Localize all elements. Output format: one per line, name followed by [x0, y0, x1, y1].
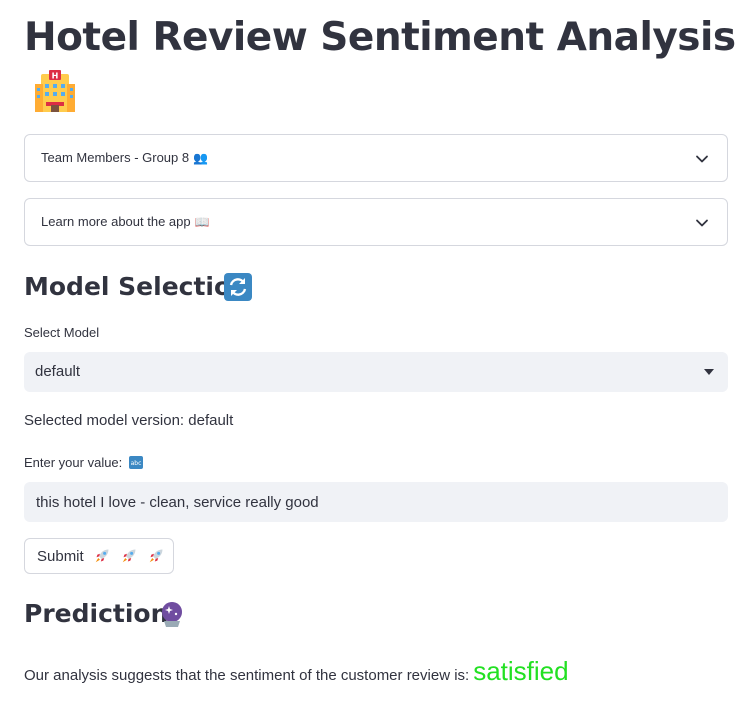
submit-button[interactable]: Submit	[24, 538, 174, 574]
enter-value-label: Enter your value: abc	[24, 455, 143, 470]
book-icon: 📖	[194, 215, 210, 229]
app-page: Hotel Review Sentiment Analysis H Team M…	[0, 0, 746, 702]
rocket-icon	[122, 549, 136, 563]
learn-more-expander-label: Learn more about the app 📖	[41, 214, 210, 229]
abc-icon: abc	[128, 456, 143, 469]
model-selection-heading: Model Selection	[24, 272, 249, 301]
people-icon: 👥	[193, 151, 209, 165]
svg-text:H: H	[52, 72, 59, 81]
submit-label: Submit	[37, 548, 84, 565]
hotel-icon: H	[35, 70, 75, 112]
review-input[interactable]	[24, 482, 728, 522]
learn-more-expander[interactable]: Learn more about the app 📖	[24, 198, 728, 246]
arrows-counterclockwise-icon	[224, 273, 252, 301]
chevron-down-icon	[696, 155, 708, 163]
chevron-down-icon	[696, 219, 708, 227]
rocket-icon	[95, 549, 109, 563]
page-title: Hotel Review Sentiment Analysis	[24, 15, 736, 60]
selected-model-text: Selected model version: default	[24, 412, 234, 429]
model-select[interactable]: default	[24, 352, 728, 392]
team-members-expander-label: Team Members - Group 8 👥	[41, 150, 209, 165]
prediction-heading: Prediction	[24, 599, 169, 628]
caret-down-icon	[704, 369, 714, 375]
sentiment-value: satisfied	[473, 656, 569, 686]
rocket-icon	[149, 549, 163, 563]
model-select-value: default	[35, 363, 81, 380]
team-members-expander[interactable]: Team Members - Group 8 👥	[24, 134, 728, 182]
crystal-ball-icon	[162, 602, 182, 627]
svg-text:abc: abc	[131, 460, 142, 467]
select-model-label: Select Model	[24, 325, 100, 340]
prediction-result: Our analysis suggests that the sentiment…	[24, 656, 569, 687]
prediction-text: Our analysis suggests that the sentiment…	[24, 667, 470, 684]
